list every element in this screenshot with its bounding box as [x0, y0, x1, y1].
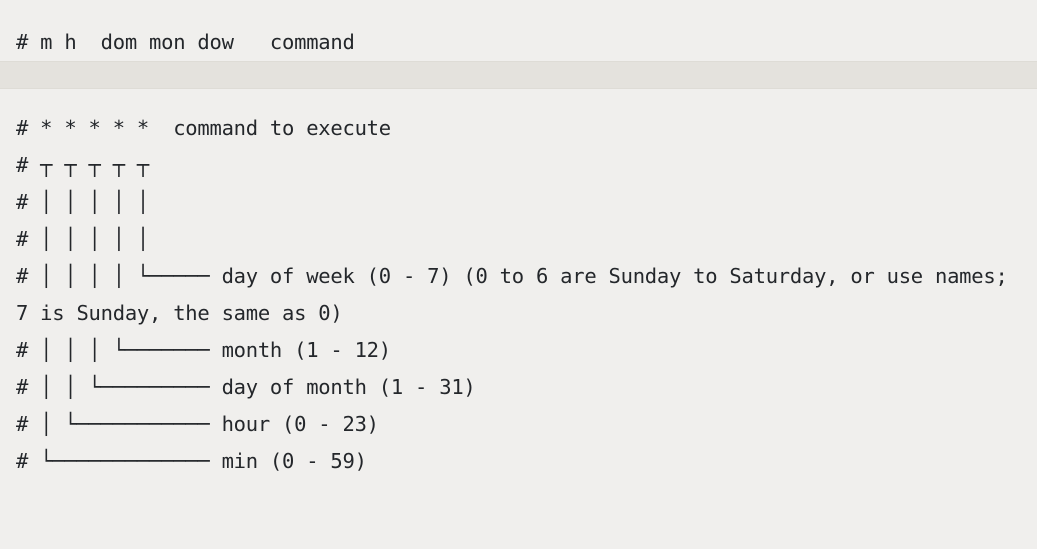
- code-line: # m h dom mon dow command: [16, 29, 355, 54]
- code-line: # │ │ │ └─────── month (1 - 12): [16, 337, 391, 362]
- code-line: # │ │ │ │ └───── day of week (0 - 7) (0 …: [16, 263, 1020, 325]
- document-page: # m h dom mon dow command # * * * * * co…: [0, 0, 1037, 528]
- code-line: # │ └─────────── hour (0 - 23): [16, 411, 379, 436]
- code-line: # └───────────── min (0 - 59): [16, 448, 367, 473]
- code-line: # │ │ └───────── day of month (1 - 31): [16, 374, 476, 399]
- code-line: # ┬ ┬ ┬ ┬ ┬: [16, 152, 150, 177]
- section-separator-band: [0, 61, 1037, 89]
- code-line: # │ │ │ │ │: [16, 226, 150, 251]
- code-line: # * * * * * command to execute: [16, 115, 391, 140]
- crontab-diagram-code-block: # * * * * * command to execute # ┬ ┬ ┬ ┬ …: [0, 110, 1037, 549]
- code-line: # │ │ │ │ │: [16, 189, 150, 214]
